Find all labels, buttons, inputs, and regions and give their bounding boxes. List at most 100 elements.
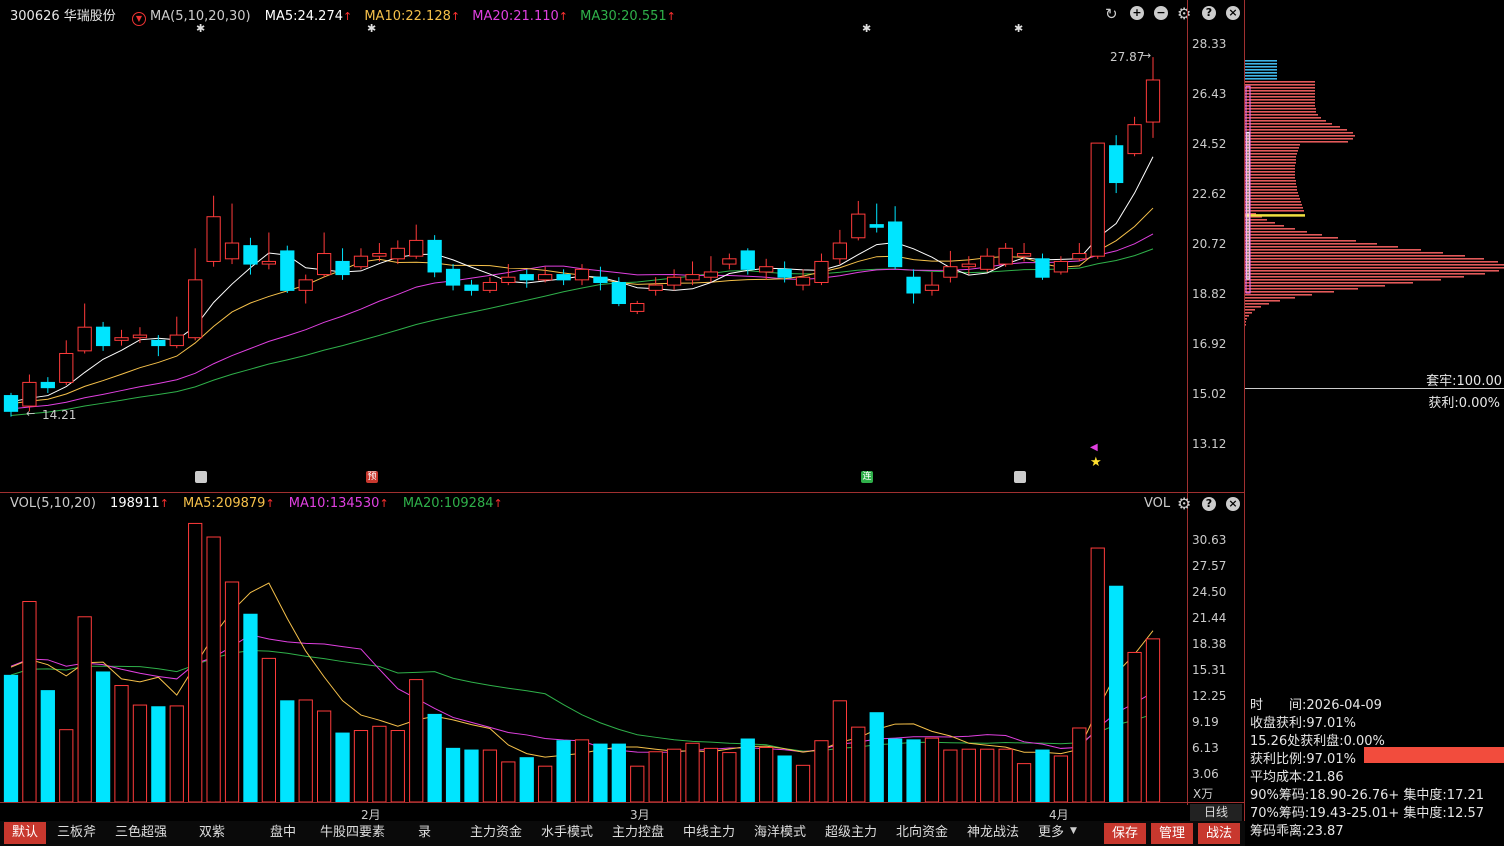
- high-annotation: 27.87: [1110, 50, 1145, 64]
- candle-body: [924, 284, 940, 291]
- event-star-marker[interactable]: ✱: [196, 22, 205, 35]
- tab-sanbanfu[interactable]: 三板斧: [57, 822, 96, 844]
- tab-chaoji[interactable]: 超级主力: [825, 822, 877, 844]
- kline-chart[interactable]: [0, 0, 1245, 846]
- chip-bar: [1245, 69, 1277, 71]
- volume-bar: [95, 671, 111, 803]
- candle-body: [906, 276, 921, 294]
- volume-bar: [206, 536, 221, 803]
- help-icon[interactable]: ?: [1202, 497, 1216, 511]
- event-star-marker[interactable]: ✱: [1014, 22, 1023, 35]
- tab-lu[interactable]: 录: [418, 822, 431, 844]
- volume-bar: [427, 713, 442, 803]
- volume-bar: [132, 704, 148, 803]
- volume-bar: [151, 706, 166, 803]
- volume-bar: [188, 522, 203, 803]
- volume-bar: [869, 712, 884, 803]
- volume-bar: [777, 755, 792, 803]
- volume-bar: [77, 616, 92, 803]
- tab-zhulikongpan[interactable]: 主力控盘: [612, 822, 664, 844]
- tab-panzhong[interactable]: 盘中: [270, 822, 296, 844]
- chip-bar: [1245, 282, 1413, 284]
- candle-body: [1145, 79, 1161, 123]
- chip-bar: [1245, 141, 1348, 143]
- candle-body: [722, 258, 737, 265]
- vol-ma10: MA10:134530: [288, 496, 380, 511]
- vol-label: VOL(5,10,20): [10, 496, 96, 511]
- candle-body: [95, 326, 111, 347]
- volume-bar: [906, 739, 921, 803]
- chip-bar: [1245, 207, 1303, 209]
- tab-zhulizijin[interactable]: 主力资金: [470, 822, 522, 844]
- star-icon[interactable]: ★: [1090, 455, 1102, 470]
- chip-bar: [1245, 78, 1277, 80]
- forecast-icon[interactable]: 预: [366, 471, 378, 483]
- tab-shuishou[interactable]: 水手模式: [541, 822, 593, 844]
- battle-button[interactable]: 战法: [1198, 823, 1240, 844]
- candle-body: [316, 253, 332, 276]
- chip-bar: [1245, 201, 1301, 203]
- connect-icon[interactable]: 连: [861, 471, 873, 483]
- chevron-down-icon[interactable]: ▼: [1070, 826, 1077, 836]
- chip-bar: [1245, 156, 1296, 158]
- period-button[interactable]: 日线: [1190, 804, 1242, 821]
- volume-bar: [980, 748, 995, 803]
- candle-body: [538, 274, 553, 281]
- volume-bar: [924, 737, 940, 803]
- chip-bar: [1245, 87, 1315, 89]
- chip-bar: [1245, 270, 1499, 272]
- volume-bar: [261, 657, 277, 803]
- note-icon[interactable]: [195, 471, 207, 483]
- tab-more[interactable]: 更多: [1038, 822, 1064, 844]
- chip-bar: [1245, 90, 1315, 92]
- vol-tick-label: 3.06: [1192, 767, 1219, 781]
- candle-body: [574, 268, 590, 281]
- tab-default[interactable]: 默认: [4, 822, 46, 844]
- save-button[interactable]: 保存: [1104, 823, 1146, 844]
- volume-bar: [851, 726, 866, 803]
- chip-70: 70%筹码:19.43-25.01+ 集中度:12.57: [1250, 806, 1485, 821]
- volume-bar: [519, 757, 534, 803]
- chip-bar: [1245, 189, 1297, 191]
- candle-body: [243, 245, 258, 265]
- chip-bar: [1245, 63, 1277, 65]
- tab-niugu[interactable]: 牛股四要素: [320, 822, 385, 844]
- close-icon[interactable]: ×: [1226, 497, 1240, 511]
- chip-bar: [1245, 324, 1246, 326]
- note-icon[interactable]: [1014, 471, 1026, 483]
- tab-beixiang[interactable]: 北向资金: [896, 822, 948, 844]
- candle-body: [685, 274, 700, 281]
- candle-body: [961, 263, 976, 268]
- chip-bar: [1245, 135, 1355, 137]
- volume-bar: [574, 739, 590, 803]
- chip-bar: [1245, 294, 1312, 296]
- volume-bar: [280, 700, 295, 803]
- chip-bar: [1245, 174, 1295, 176]
- chip-bar: [1245, 108, 1316, 110]
- chip-bar: [1245, 210, 1304, 212]
- chip-bar: [1245, 300, 1280, 302]
- tab-zhongxian[interactable]: 中线主力: [683, 822, 735, 844]
- event-star-marker[interactable]: ✱: [367, 22, 376, 35]
- tab-shuangzi[interactable]: 双紫: [199, 822, 225, 844]
- candle-body: [980, 255, 995, 270]
- ma10-line: [10, 207, 1154, 405]
- chip-bar: [1245, 267, 1504, 269]
- candle-body: [77, 326, 92, 352]
- volume-bar: [611, 743, 626, 803]
- chip-bar: [1245, 204, 1302, 206]
- candle-body: [22, 381, 37, 407]
- tab-shenlong[interactable]: 神龙战法: [967, 822, 1019, 844]
- volume-bar: [1053, 755, 1069, 803]
- flag-icon[interactable]: ◀: [1090, 442, 1098, 453]
- chip-deviation: 筹码乖离:23.87: [1250, 824, 1344, 839]
- tab-haiyang[interactable]: 海洋模式: [754, 822, 806, 844]
- event-star-marker[interactable]: ✱: [862, 22, 871, 35]
- gear-icon[interactable]: ⚙: [1177, 494, 1191, 513]
- volume-bar: [409, 679, 424, 803]
- manage-button[interactable]: 管理: [1151, 823, 1193, 844]
- tab-sansechaoqiang[interactable]: 三色超强: [115, 822, 167, 844]
- chip-bar: [1245, 309, 1255, 311]
- volume-bar: [390, 730, 405, 803]
- candle-body: [1053, 260, 1069, 273]
